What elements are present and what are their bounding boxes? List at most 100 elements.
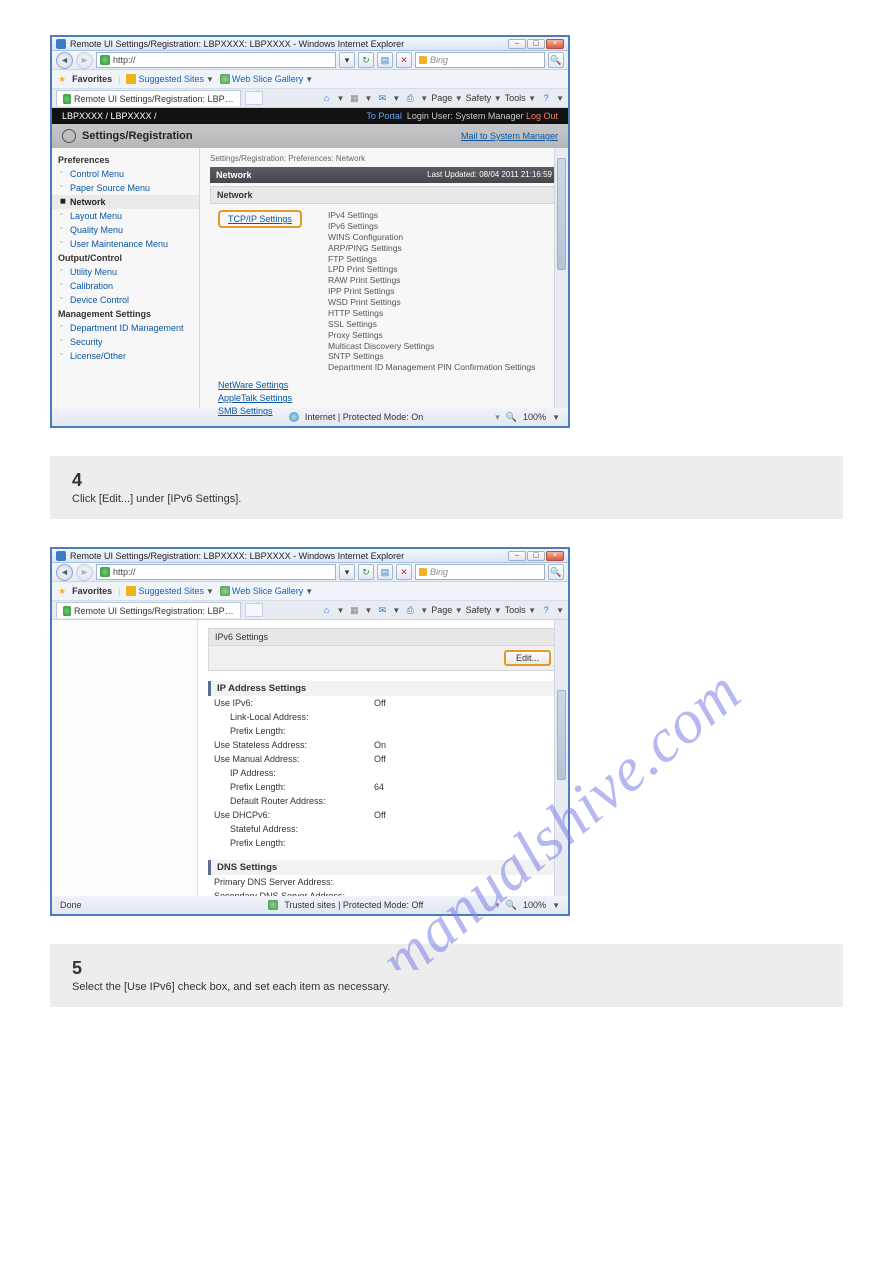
star-icon[interactable]: ★ [58, 586, 66, 597]
sidebar-item-calibration[interactable]: Calibration [52, 279, 199, 293]
sidebar-item-security[interactable]: Security [52, 335, 199, 349]
addrbar-dropdown[interactable]: ▾ [339, 564, 355, 580]
favorites-label[interactable]: Favorites [72, 74, 112, 84]
page-menu[interactable]: Page ▼ [431, 605, 462, 615]
settings-row: Use Stateless Address:On [208, 738, 558, 752]
mail-sysmgr-link[interactable]: Mail to System Manager [461, 131, 558, 141]
tcpip-subitem: FTP Settings [328, 254, 535, 265]
sidebar-item-quality[interactable]: Quality Menu [52, 223, 199, 237]
login-user: System Manager [455, 111, 523, 121]
refresh-button[interactable]: ↻ [358, 564, 374, 580]
sidebar-item-network[interactable]: Network [52, 195, 199, 209]
forward-button[interactable]: ► [76, 564, 93, 581]
slice-icon [220, 74, 230, 84]
site-icon [100, 567, 110, 577]
stop-button[interactable]: ✕ [396, 52, 412, 68]
forward-button[interactable]: ► [76, 52, 93, 69]
browser-tab[interactable]: Remote UI Settings/Registration: LBPXXXX… [56, 602, 241, 618]
tcpip-subitem: IPP Print Settings [328, 286, 535, 297]
safety-menu[interactable]: Safety ▼ [466, 605, 502, 615]
back-button[interactable]: ◄ [56, 564, 73, 581]
sidebar-item-license[interactable]: License/Other [52, 349, 199, 363]
dns-settings-hdr: DNS Settings [208, 860, 558, 875]
feeds-icon[interactable]: ▦ [347, 91, 361, 105]
search-button[interactable]: 🔍 [548, 52, 564, 68]
maximize-button[interactable]: ▢ [527, 551, 545, 561]
sidebar-item-deptid[interactable]: Department ID Management [52, 321, 199, 335]
compat-button[interactable]: ▤ [377, 52, 393, 68]
refresh-button[interactable]: ↻ [358, 52, 374, 68]
mail-icon[interactable]: ✉ [375, 91, 389, 105]
shield-icon [268, 900, 278, 910]
help-icon[interactable]: ? [539, 603, 553, 617]
sidebar-item-usermaint[interactable]: User Maintenance Menu [52, 237, 199, 251]
address-bar[interactable]: http:// [96, 564, 336, 580]
zoom-icon[interactable]: 🔍 [506, 900, 517, 911]
new-tab-button[interactable] [245, 91, 263, 105]
close-button[interactable]: × [546, 39, 564, 49]
scrollbar[interactable] [554, 148, 568, 408]
star-icon[interactable]: ★ [58, 74, 66, 85]
tcpip-settings-link[interactable]: TCP/IP Settings [218, 210, 302, 228]
search-box[interactable]: Bing [415, 564, 545, 580]
row-label: Use Stateless Address: [214, 740, 374, 750]
sidebar-item-layout[interactable]: Layout Menu [52, 209, 199, 223]
feeds-icon[interactable]: ▦ [347, 603, 361, 617]
new-tab-button[interactable] [245, 603, 263, 617]
web-slice-gallery[interactable]: Web Slice Gallery ▼ [220, 586, 313, 596]
tcpip-sublist: IPv4 SettingsIPv6 SettingsWINS Configura… [328, 210, 535, 373]
protected-icon[interactable]: ▾ [495, 900, 500, 911]
web-slice-gallery[interactable]: Web Slice Gallery ▼ [220, 74, 313, 84]
sidebar-item-paper[interactable]: Paper Source Menu [52, 181, 199, 195]
network-link[interactable]: AppleTalk Settings [218, 393, 292, 403]
address-bar[interactable]: http:// [96, 52, 336, 68]
suggested-sites[interactable]: Suggested Sites ▼ [126, 74, 213, 84]
tab-icon [63, 94, 71, 104]
page-menu[interactable]: Page ▼ [431, 93, 462, 103]
logout-link[interactable]: Log Out [526, 111, 558, 121]
close-button[interactable]: × [546, 551, 564, 561]
minimize-button[interactable]: – [508, 551, 526, 561]
row-value: On [374, 740, 386, 750]
screenshot-2: Remote UI Settings/Registration: LBPXXXX… [50, 547, 570, 916]
to-portal-link[interactable]: To Portal [366, 111, 402, 121]
search-box[interactable]: Bing [415, 52, 545, 68]
network-link[interactable]: NetWare Settings [218, 380, 288, 390]
minimize-button[interactable]: – [508, 39, 526, 49]
sidebar-item-control[interactable]: Control Menu [52, 167, 199, 181]
compat-button[interactable]: ▤ [377, 564, 393, 580]
gear-icon [62, 129, 76, 143]
edit-button[interactable]: Edit... [504, 650, 551, 666]
home-icon[interactable]: ⌂ [320, 603, 334, 617]
safety-menu[interactable]: Safety ▼ [466, 93, 502, 103]
addrbar-dropdown[interactable]: ▾ [339, 52, 355, 68]
help-icon[interactable]: ? [539, 91, 553, 105]
row-label: Prefix Length: [214, 838, 374, 848]
browser-tab[interactable]: Remote UI Settings/Registration: LBPXXXX… [56, 90, 241, 106]
status-done: Done [60, 900, 82, 910]
row-label: Prefix Length: [214, 782, 374, 792]
tcpip-subitem: IPv4 Settings [328, 210, 535, 221]
suggested-sites[interactable]: Suggested Sites ▼ [126, 586, 213, 596]
print-icon[interactable]: ⎙ [403, 603, 417, 617]
tcpip-subitem: WINS Configuration [328, 232, 535, 243]
sidebar-item-device[interactable]: Device Control [52, 293, 199, 307]
mail-icon[interactable]: ✉ [375, 603, 389, 617]
scrollbar[interactable] [554, 620, 568, 896]
tools-menu[interactable]: Tools ▼ [505, 605, 536, 615]
home-icon[interactable]: ⌂ [320, 91, 334, 105]
back-button[interactable]: ◄ [56, 52, 73, 69]
instruction-step-4: 4 Click [Edit...] under [IPv6 Settings]. [50, 456, 843, 519]
tab-icon [63, 606, 71, 616]
stop-button[interactable]: ✕ [396, 564, 412, 580]
last-updated: Last Updated: 08/04 2011 21:16:59 [427, 170, 552, 180]
sidebar-item-utility[interactable]: Utility Menu [52, 265, 199, 279]
print-icon[interactable]: ⎙ [403, 91, 417, 105]
search-engine: Bing [430, 55, 448, 65]
maximize-button[interactable]: ▢ [527, 39, 545, 49]
network-link[interactable]: SMB Settings [218, 406, 273, 416]
search-button[interactable]: 🔍 [548, 564, 564, 580]
tools-menu[interactable]: Tools ▼ [505, 93, 536, 103]
favorites-label[interactable]: Favorites [72, 586, 112, 596]
tcpip-subitem: WSD Print Settings [328, 297, 535, 308]
